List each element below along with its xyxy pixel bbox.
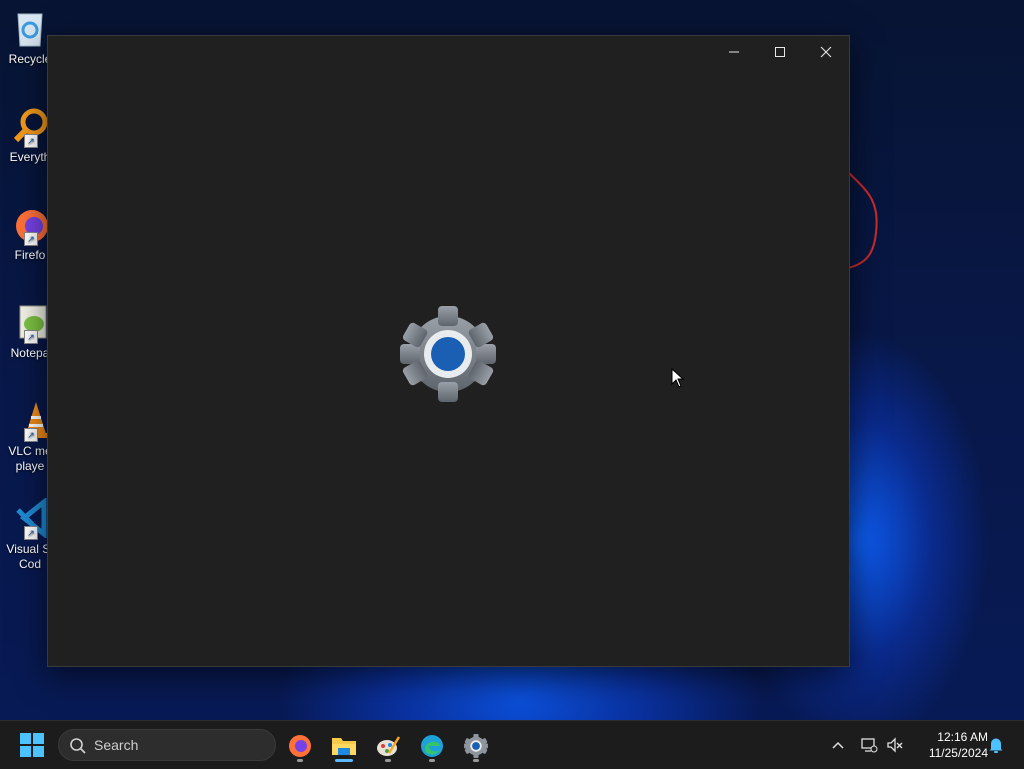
vlc-icon: ↗ [10, 400, 50, 442]
taskbar-search-box[interactable]: Search [58, 729, 276, 761]
everything-search-icon: ↗ [10, 106, 50, 148]
shortcut-arrow-icon: ↗ [24, 428, 38, 442]
maximize-icon [775, 47, 785, 57]
folder-icon [332, 738, 356, 755]
search-icon [70, 738, 86, 754]
firefox-icon [289, 735, 311, 757]
taskbar-app-firefox[interactable] [280, 729, 320, 763]
settings-gear-icon [400, 306, 496, 402]
window-caption-buttons [711, 36, 849, 68]
windows-start-icon[interactable] [20, 733, 44, 757]
running-indicator [429, 759, 435, 762]
taskbar-app-paint[interactable] [368, 729, 408, 763]
minimize-button[interactable] [711, 36, 757, 68]
mouse-cursor-icon [671, 368, 685, 388]
running-indicator [297, 759, 303, 762]
vscode-icon: ↗ [10, 496, 50, 540]
running-indicator [385, 759, 391, 762]
shortcut-arrow-icon: ↗ [24, 526, 38, 540]
taskbar-clock[interactable]: 12:16 AM 11/25/2024 [912, 729, 988, 761]
close-icon [820, 46, 832, 58]
active-indicator [335, 759, 353, 762]
shortcut-arrow-icon: ↗ [24, 134, 38, 148]
settings-gear-icon [464, 734, 488, 758]
volume-muted-icon[interactable] [886, 736, 904, 754]
settings-window[interactable] [47, 35, 850, 667]
network-icon[interactable] [860, 736, 878, 754]
clock-time: 12:16 AM [937, 730, 988, 744]
paint-icon [377, 736, 401, 756]
search-placeholder: Search [94, 737, 139, 753]
clock-date: 11/25/2024 [928, 746, 988, 760]
taskbar-app-edge[interactable] [412, 729, 452, 763]
running-indicator [473, 759, 479, 762]
taskbar-app-settings[interactable] [456, 729, 496, 763]
notepad-plus-plus-icon: ↗ [10, 302, 50, 344]
red-annotation-stroke [847, 171, 878, 269]
minimize-icon [729, 51, 739, 53]
shortcut-arrow-icon: ↗ [24, 330, 38, 344]
edge-icon [421, 735, 443, 757]
firefox-icon: ↗ [10, 204, 50, 246]
maximize-button[interactable] [757, 36, 803, 68]
notification-bell-icon[interactable] [988, 736, 1004, 754]
chevron-up-icon[interactable] [830, 737, 846, 753]
taskbar-app-file-explorer[interactable] [324, 729, 364, 763]
taskbar: Search 12:16 AM 11/25/2024 [0, 720, 1024, 769]
recycle-bin-icon [10, 8, 50, 48]
shortcut-arrow-icon: ↗ [24, 232, 38, 246]
close-button[interactable] [803, 36, 849, 68]
